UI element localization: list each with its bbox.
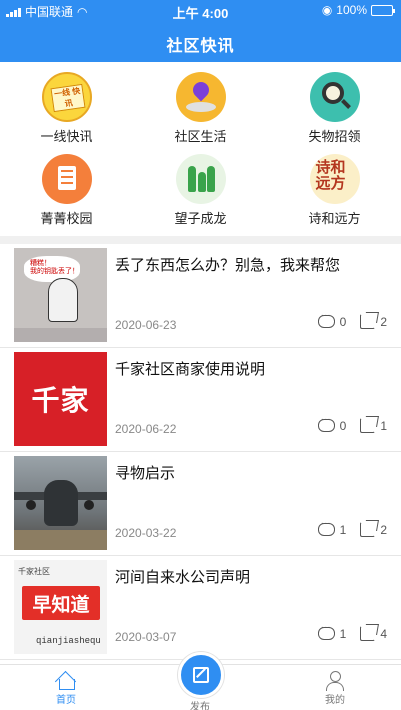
share-icon[interactable] — [360, 522, 376, 537]
category-label: 社区生活 — [174, 129, 227, 144]
comment-icon[interactable] — [317, 518, 335, 536]
news-list: 糟糕！ 我的钥匙丢了！ 丢了东西怎么办？别急，我来帮您 2020-06-23 0… — [0, 244, 401, 664]
comment-count: 1 — [339, 626, 347, 641]
category-label: 望子成龙 — [174, 211, 227, 226]
share-count: 4 — [380, 626, 387, 641]
news-date: 2020-03-22 — [115, 526, 177, 540]
news-date: 2020-06-22 — [115, 422, 177, 436]
news-title: 寻物启示 — [115, 465, 176, 482]
battery-icon — [371, 4, 395, 16]
share-count: 2 — [380, 522, 387, 537]
news-thumbnail: 千家社区 早知道 qianjiashequ — [14, 560, 107, 654]
comment-count: 0 — [339, 418, 347, 433]
document-icon — [41, 154, 92, 204]
news-thumbnail — [14, 456, 107, 550]
magnifier-icon — [309, 72, 360, 122]
share-icon[interactable] — [360, 418, 376, 433]
list-item[interactable]: 寻物启示 2020-03-22 1 2 — [0, 452, 401, 556]
comment-icon[interactable] — [317, 622, 335, 640]
edit-icon — [193, 667, 209, 683]
user-icon — [325, 671, 345, 691]
publish-button[interactable] — [178, 652, 224, 698]
share-icon[interactable] — [360, 314, 376, 329]
family-icon — [175, 154, 226, 204]
list-item[interactable]: 千家 千家社区商家使用说明 2020-06-22 0 1 — [0, 348, 401, 452]
category-news-flash[interactable]: 一线 快讯 一线快讯 — [0, 72, 133, 145]
category-label: 诗和远方 — [308, 211, 361, 226]
category-label: 失物招领 — [308, 129, 361, 144]
category-grid: 一线 快讯 一线快讯 社区生活 失物招领 菁菁校园 望子成龙 诗和 远方 诗和远… — [0, 62, 401, 236]
comment-icon[interactable] — [317, 414, 335, 432]
tab-mine[interactable]: 我的 — [305, 671, 365, 706]
publish-label: 发布 — [190, 702, 210, 710]
home-icon — [56, 671, 76, 690]
news-thumbnail: 千家 — [14, 352, 107, 446]
comment-icon[interactable] — [317, 310, 335, 328]
list-item[interactable]: 千家社区 早知道 qianjiashequ 河间自来水公司声明 2020-03-… — [0, 556, 401, 660]
battery-percent: 100% — [336, 3, 367, 17]
page-title: 社区快讯 — [166, 38, 235, 55]
news-title: 河间自来水公司声明 — [115, 569, 251, 586]
news-date: 2020-06-23 — [115, 318, 177, 332]
news-flash-icon: 一线 快讯 — [41, 72, 92, 122]
tab-mine-label: 我的 — [325, 695, 345, 706]
news-title: 丢了东西怎么办？别急，我来帮您 — [115, 257, 341, 274]
category-community-life[interactable]: 社区生活 — [134, 72, 267, 145]
news-title: 千家社区商家使用说明 — [115, 361, 266, 378]
news-thumbnail: 糟糕！ 我的钥匙丢了！ — [14, 248, 107, 342]
news-date: 2020-03-07 — [115, 630, 177, 644]
share-count: 2 — [380, 314, 387, 329]
category-lost-found[interactable]: 失物招领 — [268, 72, 401, 145]
tab-home[interactable]: 首页 — [36, 671, 96, 706]
poetry-icon: 诗和 远方 — [309, 154, 360, 204]
category-label: 一线快讯 — [40, 129, 93, 144]
orientation-lock-icon: ◉ — [321, 3, 333, 17]
tab-home-label: 首页 — [56, 695, 76, 706]
section-divider — [0, 236, 401, 244]
category-parenting[interactable]: 望子成龙 — [134, 154, 267, 227]
comment-count: 1 — [339, 522, 347, 537]
map-pin-icon — [175, 72, 226, 122]
share-icon[interactable] — [360, 626, 376, 641]
category-poetry[interactable]: 诗和 远方 诗和远方 — [268, 154, 401, 227]
list-item[interactable]: 糟糕！ 我的钥匙丢了！ 丢了东西怎么办？别急，我来帮您 2020-06-23 0… — [0, 244, 401, 348]
comment-count: 0 — [339, 314, 347, 329]
app-header: 中国联通 ◠ 上午 4:00 ◉ 100% 社区快讯 — [0, 0, 401, 62]
category-campus[interactable]: 菁菁校园 — [0, 154, 133, 227]
share-count: 1 — [380, 418, 387, 433]
status-bar: 中国联通 ◠ 上午 4:00 ◉ 100% — [0, 0, 401, 21]
category-label: 菁菁校园 — [40, 211, 93, 226]
